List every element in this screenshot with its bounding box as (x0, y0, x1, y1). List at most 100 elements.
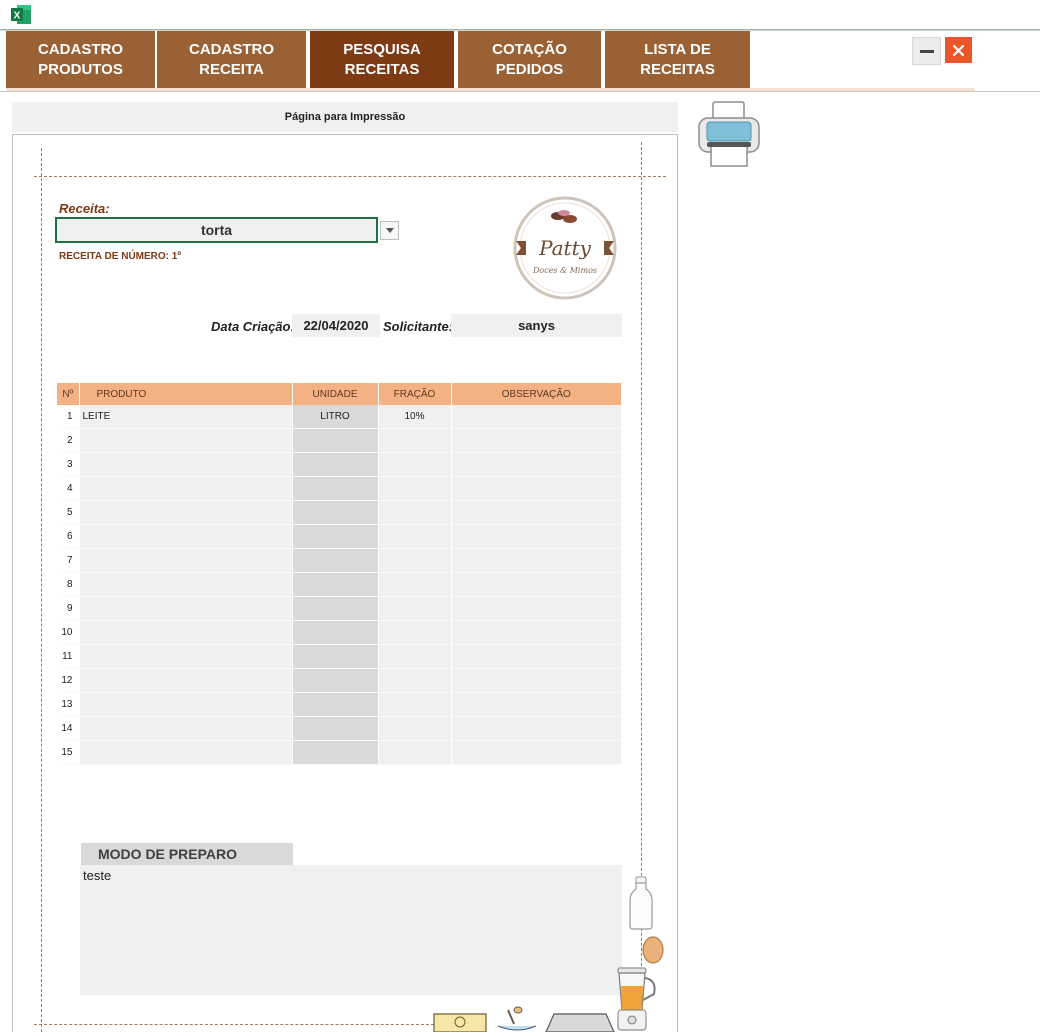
cell-fracao[interactable] (378, 572, 452, 597)
row-number: 11 (57, 644, 80, 669)
cake-box-icon (433, 1013, 487, 1032)
cell-fracao[interactable] (378, 644, 452, 669)
cell-produto[interactable] (79, 620, 293, 645)
title-separator (0, 29, 1040, 30)
logo-tagline: Doces & Mimos (532, 266, 597, 275)
row-number: 12 (57, 668, 80, 693)
cell-unidade[interactable] (292, 668, 379, 693)
cell-produto[interactable] (79, 668, 293, 693)
cell-unidade[interactable] (292, 500, 379, 525)
cell-observacao[interactable] (451, 596, 621, 621)
col-header-numero: Nº (57, 383, 80, 405)
cell-observacao[interactable] (451, 476, 621, 501)
cell-produto[interactable] (79, 740, 293, 765)
margin-line-top (34, 176, 666, 177)
table-row: 11 (57, 644, 621, 669)
cell-produto[interactable] (79, 476, 293, 501)
cell-produto[interactable] (79, 428, 293, 453)
cell-unidade[interactable] (292, 740, 379, 765)
cell-observacao[interactable] (451, 500, 621, 525)
cell-observacao[interactable] (451, 668, 621, 693)
cell-unidade[interactable]: LITRO (292, 405, 379, 429)
modo-preparo-text[interactable]: teste (80, 865, 622, 995)
table-row: 1 LEITE LITRO 10% (57, 405, 621, 429)
col-header-unidade: UNIDADE (292, 383, 379, 405)
cell-produto[interactable] (79, 596, 293, 621)
cell-fracao[interactable] (378, 620, 452, 645)
cell-produto[interactable]: LEITE (79, 405, 293, 429)
col-header-fracao: FRAÇÃO (378, 383, 452, 405)
cell-produto[interactable] (79, 452, 293, 477)
cell-unidade[interactable] (292, 620, 379, 645)
cell-fracao[interactable] (378, 548, 452, 573)
cell-produto[interactable] (79, 548, 293, 573)
table-row: 2 (57, 428, 621, 453)
cell-observacao[interactable] (451, 692, 621, 717)
cell-produto[interactable] (79, 644, 293, 669)
cell-produto[interactable] (79, 500, 293, 525)
nav-cadastro-produtos[interactable]: CADASTRO PRODUTOS (6, 31, 155, 88)
cell-produto[interactable] (79, 692, 293, 717)
logo: Patty Doces & Mimos (513, 196, 617, 300)
cell-observacao[interactable] (451, 740, 621, 765)
table-row: 10 (57, 620, 621, 645)
cell-observacao[interactable] (451, 452, 621, 477)
cell-fracao[interactable] (378, 524, 452, 549)
table-row: 12 (57, 668, 621, 693)
cell-produto[interactable] (79, 524, 293, 549)
egg-icon (642, 936, 664, 964)
title-bar: X (0, 0, 1040, 31)
cell-observacao[interactable] (451, 620, 621, 645)
cell-observacao[interactable] (451, 405, 621, 429)
cell-unidade[interactable] (292, 572, 379, 597)
nav-pesquisa-receitas[interactable]: PESQUISA RECEITAS (310, 31, 454, 88)
minimize-button[interactable] (912, 37, 941, 65)
nav-cotacao-pedidos[interactable]: COTAÇÃO PEDIDOS (458, 31, 601, 88)
cell-observacao[interactable] (451, 644, 621, 669)
cell-fracao[interactable] (378, 476, 452, 501)
cell-fracao[interactable] (378, 596, 452, 621)
data-criacao-label: Data Criação: (211, 319, 295, 334)
nav-cadastro-receita[interactable]: CADASTRO RECEITA (157, 31, 306, 88)
cell-unidade[interactable] (292, 692, 379, 717)
solicitante-field[interactable]: sanys (451, 314, 622, 337)
cell-unidade[interactable] (292, 596, 379, 621)
cell-fracao[interactable] (378, 428, 452, 453)
cell-observacao[interactable] (451, 548, 621, 573)
cell-unidade[interactable] (292, 548, 379, 573)
cell-unidade[interactable] (292, 428, 379, 453)
cell-fracao[interactable] (378, 716, 452, 741)
cell-unidade[interactable] (292, 716, 379, 741)
cell-observacao[interactable] (451, 716, 621, 741)
cell-observacao[interactable] (451, 428, 621, 453)
cell-fracao[interactable] (378, 452, 452, 477)
data-criacao-field[interactable]: 22/04/2020 (292, 314, 380, 337)
cell-fracao[interactable] (378, 740, 452, 765)
items-table: Nº PRODUTO UNIDADE FRAÇÃO OBSERVAÇÃO 1 LE… (57, 383, 621, 765)
margin-line-left (41, 148, 42, 1032)
receita-select[interactable]: torta (55, 217, 378, 243)
cell-unidade[interactable] (292, 524, 379, 549)
nav-lista-receitas[interactable]: LISTA DE RECEITAS (605, 31, 750, 88)
logo-name: Patty (538, 236, 592, 260)
table-row: 15 (57, 740, 621, 765)
row-number: 8 (57, 572, 80, 597)
cell-fracao[interactable] (378, 500, 452, 525)
printer-icon[interactable] (696, 101, 762, 168)
cell-fracao[interactable]: 10% (378, 405, 452, 429)
cell-unidade[interactable] (292, 476, 379, 501)
cell-observacao[interactable] (451, 524, 621, 549)
cell-produto[interactable] (79, 572, 293, 597)
cell-produto[interactable] (79, 716, 293, 741)
row-number: 10 (57, 620, 80, 645)
row-number: 5 (57, 500, 80, 525)
cell-unidade[interactable] (292, 452, 379, 477)
cell-unidade[interactable] (292, 644, 379, 669)
row-number: 7 (57, 548, 80, 573)
cell-fracao[interactable] (378, 692, 452, 717)
cell-fracao[interactable] (378, 668, 452, 693)
cell-observacao[interactable] (451, 572, 621, 597)
receita-dropdown-button[interactable] (380, 221, 399, 240)
close-button[interactable] (945, 37, 972, 63)
mixing-bowl-icon (497, 1006, 537, 1031)
